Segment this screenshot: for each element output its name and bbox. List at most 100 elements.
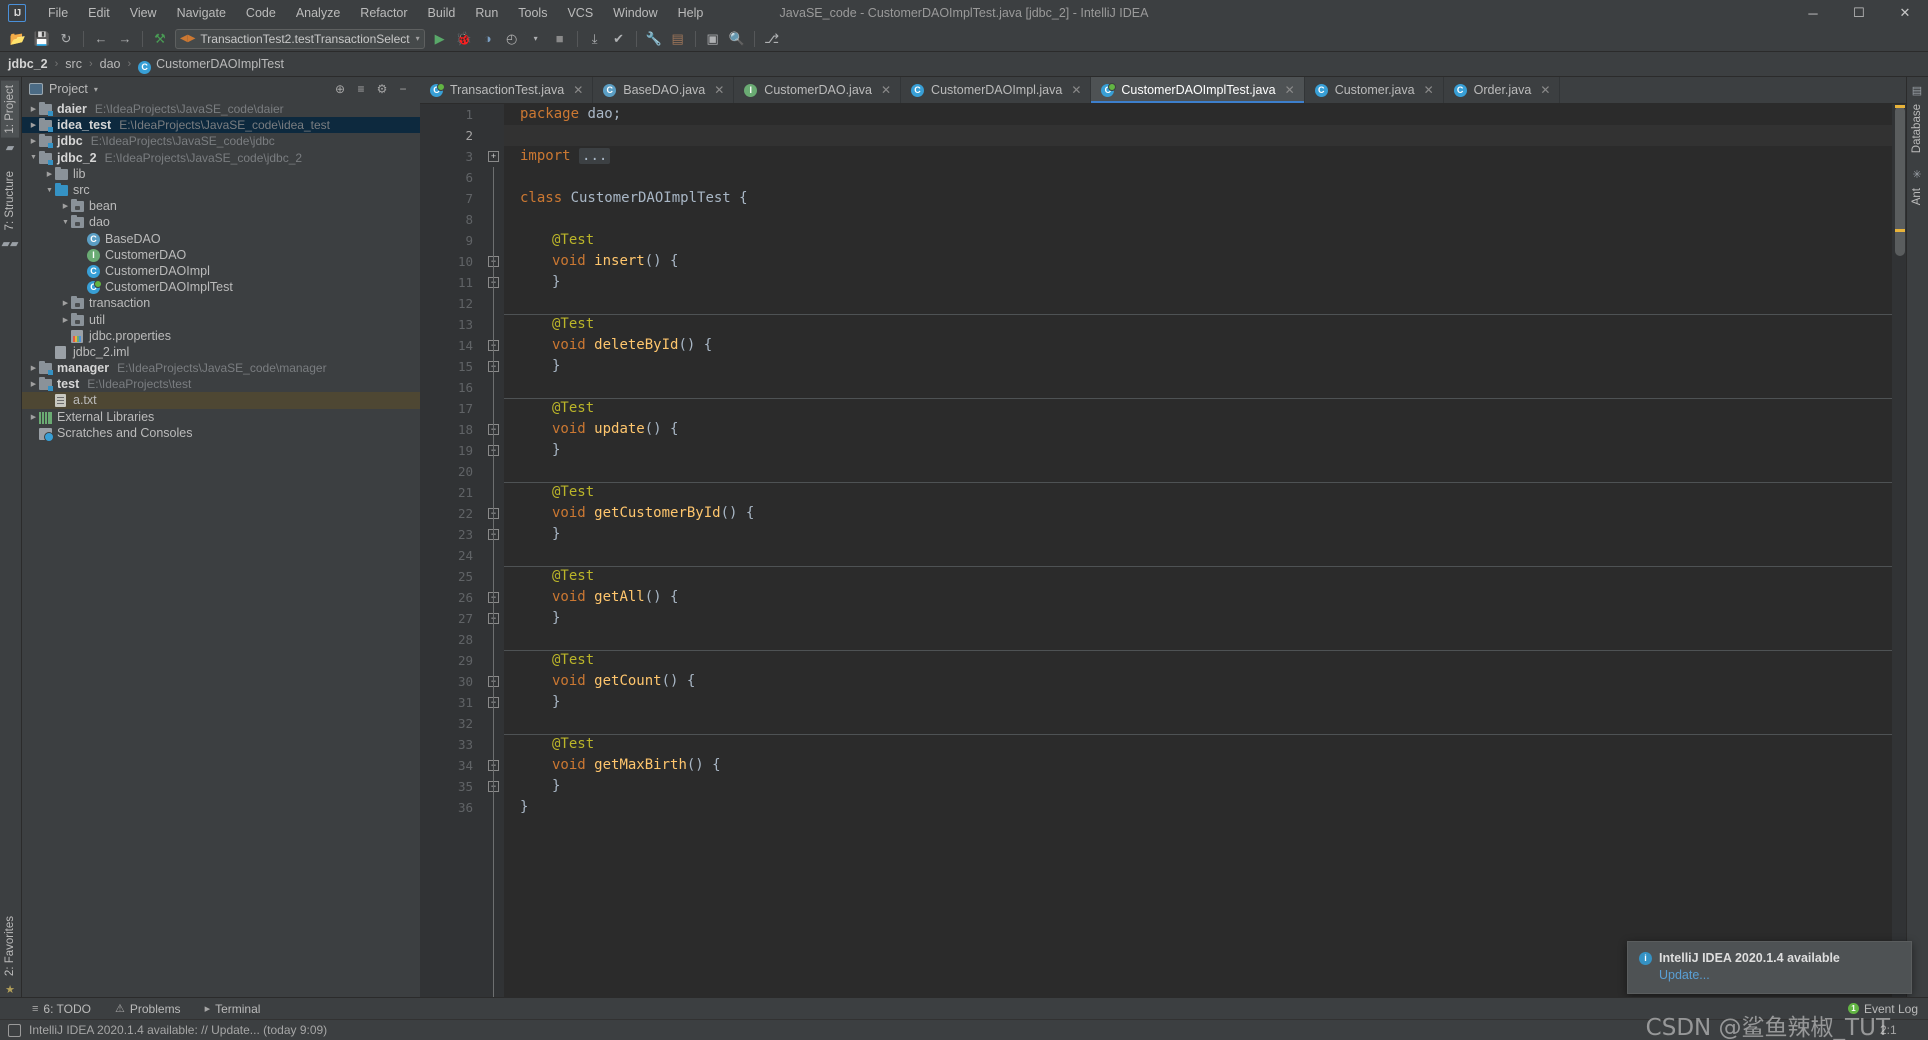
code-line[interactable]: @Test: [504, 650, 1906, 671]
structure-grid-icon[interactable]: ▰▰: [1, 234, 19, 253]
code-line[interactable]: [504, 209, 1906, 230]
code-line[interactable]: @Test: [504, 734, 1906, 755]
code-editor[interactable]: 1 2 3 6 7 8 9 10 11 12 13 14 15 16 17 18 19 20 21 22 23 24 25 2…: [420, 104, 1906, 1003]
tree-item-bean[interactable]: ▶ bean: [22, 198, 420, 214]
close-icon[interactable]: ✕: [1540, 83, 1550, 97]
code-content[interactable]: package dao; import ... class CustomerDAOI…: [504, 104, 1906, 1003]
chevron-right-icon[interactable]: ▶: [28, 380, 39, 388]
chevron-down-icon[interactable]: ▾: [94, 85, 98, 94]
run-coverage-button[interactable]: ◑: [477, 28, 499, 50]
status-message[interactable]: IntelliJ IDEA 2020.1.4 available: // Upd…: [29, 1023, 327, 1037]
tree-item-a.txt[interactable]: a.txt: [22, 392, 420, 409]
breadcrumb-item-CustomerDAOImplTest[interactable]: C CustomerDAOImplTest: [138, 57, 284, 74]
ant-icon[interactable]: ✳: [1908, 165, 1926, 184]
close-icon[interactable]: ✕: [881, 83, 891, 97]
tree-item-BaseDAO[interactable]: C BaseDAO: [22, 231, 420, 247]
tree-item-lib[interactable]: ▶ lib: [22, 166, 420, 182]
menu-window[interactable]: Window: [603, 3, 667, 23]
open-icon[interactable]: 📂: [7, 28, 29, 50]
structure-icon[interactable]: ▤: [667, 28, 689, 50]
collapse-all-icon[interactable]: ≡: [352, 80, 370, 98]
code-line[interactable]: [504, 377, 1906, 398]
chevron-right-icon[interactable]: ▶: [44, 170, 55, 178]
vcs-commit-icon[interactable]: ✔: [608, 28, 630, 50]
editor-tab-CustomerDAO[interactable]: I CustomerDAO.java ✕: [734, 77, 902, 103]
search-everywhere-icon[interactable]: ⎇: [761, 28, 783, 50]
vcs-update-icon[interactable]: ⤓: [584, 28, 606, 50]
menu-view[interactable]: View: [120, 3, 167, 23]
tree-item-jdbc.properties[interactable]: jdbc.properties: [22, 328, 420, 344]
code-line[interactable]: [504, 293, 1906, 314]
profile-chevron-icon[interactable]: ▾: [525, 28, 547, 50]
chevron-down-icon[interactable]: ▼: [60, 219, 71, 226]
close-icon[interactable]: ✕: [573, 83, 583, 97]
tool-event-log-label[interactable]: Event Log: [1864, 1002, 1918, 1016]
code-line[interactable]: void getCustomerById() {: [504, 503, 1906, 524]
tree-item-CustomerDAOImpl[interactable]: C CustomerDAOImpl: [22, 263, 420, 279]
back-icon[interactable]: ←: [90, 28, 112, 50]
code-line[interactable]: [504, 461, 1906, 482]
code-line[interactable]: }: [504, 692, 1906, 713]
hide-icon[interactable]: −: [394, 80, 412, 98]
chevron-right-icon[interactable]: ▶: [28, 413, 39, 421]
debug-button[interactable]: 🐞: [453, 28, 475, 50]
code-line[interactable]: void getAll() {: [504, 587, 1906, 608]
search-icon[interactable]: 🔍: [726, 28, 748, 50]
tree-item-daier[interactable]: ▶ daier E:\IdeaProjects\JavaSE_code\daier: [22, 101, 420, 117]
code-line[interactable]: [504, 713, 1906, 734]
close-icon[interactable]: ✕: [714, 83, 724, 97]
code-line[interactable]: }: [504, 440, 1906, 461]
layout-icon[interactable]: ▣: [702, 28, 724, 50]
close-icon[interactable]: ✕: [1071, 83, 1081, 97]
code-line[interactable]: [504, 167, 1906, 188]
sidebar-item-favorites[interactable]: 2: Favorites: [1, 912, 19, 980]
database-icon[interactable]: ▤: [1908, 81, 1926, 100]
expand-fold-icon[interactable]: +: [488, 151, 499, 162]
code-line[interactable]: }: [504, 608, 1906, 629]
tree-item-src[interactable]: ▼ src: [22, 182, 420, 198]
menu-navigate[interactable]: Navigate: [167, 3, 236, 23]
tree-item-jdbc[interactable]: ▶ jdbc E:\IdeaProjects\JavaSE_code\jdbc: [22, 133, 420, 149]
editor-tab-Order[interactable]: C Order.java ✕: [1444, 77, 1561, 103]
code-line[interactable]: class CustomerDAOImplTest {: [504, 188, 1906, 209]
code-line[interactable]: @Test: [504, 566, 1906, 587]
tree-item-jdbc_2[interactable]: ▼ jdbc_2 E:\IdeaProjects\JavaSE_code\jdbc_…: [22, 150, 420, 166]
code-line[interactable]: }: [504, 356, 1906, 377]
code-line[interactable]: }: [504, 272, 1906, 293]
profile-button[interactable]: ◴: [501, 28, 523, 50]
scrollbar-thumb[interactable]: [1895, 106, 1905, 256]
run-configuration-selector[interactable]: ◀▶ TransactionTest2.testTransactionSelec…: [175, 28, 425, 49]
run-button[interactable]: ▶: [429, 28, 451, 50]
tree-item-Scratches and Consoles[interactable]: Scratches and Consoles: [22, 425, 420, 442]
code-line[interactable]: void getCount() {: [504, 671, 1906, 692]
tree-item-CustomerDAOImplTest[interactable]: C CustomerDAOImplTest: [22, 279, 420, 295]
code-line[interactable]: @Test: [504, 314, 1906, 335]
menu-run[interactable]: Run: [465, 3, 508, 23]
close-icon[interactable]: ✕: [1424, 83, 1434, 97]
code-line[interactable]: void getMaxBirth() {: [504, 755, 1906, 776]
editor-tab-Customer[interactable]: C Customer.java ✕: [1305, 77, 1444, 103]
marker-warning-2[interactable]: [1895, 229, 1905, 232]
tree-item-External Libraries[interactable]: ▶ External Libraries: [22, 409, 420, 425]
chevron-right-icon[interactable]: ▶: [28, 105, 39, 113]
minimize-button[interactable]: ─: [1790, 0, 1836, 26]
tool-terminal[interactable]: ▸ Terminal: [193, 1002, 273, 1016]
code-line[interactable]: }: [504, 776, 1906, 797]
sidebar-item-structure[interactable]: 7: Structure: [1, 167, 19, 234]
close-button[interactable]: ✕: [1882, 0, 1928, 26]
chevron-right-icon[interactable]: ▶: [60, 316, 71, 324]
gear-icon[interactable]: ⚙: [373, 80, 391, 98]
marker-warning[interactable]: [1895, 105, 1905, 108]
save-icon[interactable]: 💾: [31, 28, 53, 50]
update-notification[interactable]: i IntelliJ IDEA 2020.1.4 available Updat…: [1627, 941, 1912, 994]
caret-position[interactable]: 2:1: [1880, 1023, 1897, 1037]
breadcrumb-item-src[interactable]: src: [65, 57, 82, 71]
chevron-down-icon[interactable]: ▼: [44, 187, 55, 194]
settings-icon[interactable]: 🔧: [643, 28, 665, 50]
sidebar-item-database[interactable]: Database: [1908, 100, 1926, 157]
menu-tools[interactable]: Tools: [508, 3, 557, 23]
chevron-down-icon[interactable]: ▼: [28, 154, 39, 161]
code-line[interactable]: @Test: [504, 482, 1906, 503]
tree-item-idea_test[interactable]: ▶ idea_test E:\IdeaProjects\JavaSE_code\id…: [22, 117, 420, 134]
chevron-right-icon[interactable]: ▶: [28, 137, 39, 145]
